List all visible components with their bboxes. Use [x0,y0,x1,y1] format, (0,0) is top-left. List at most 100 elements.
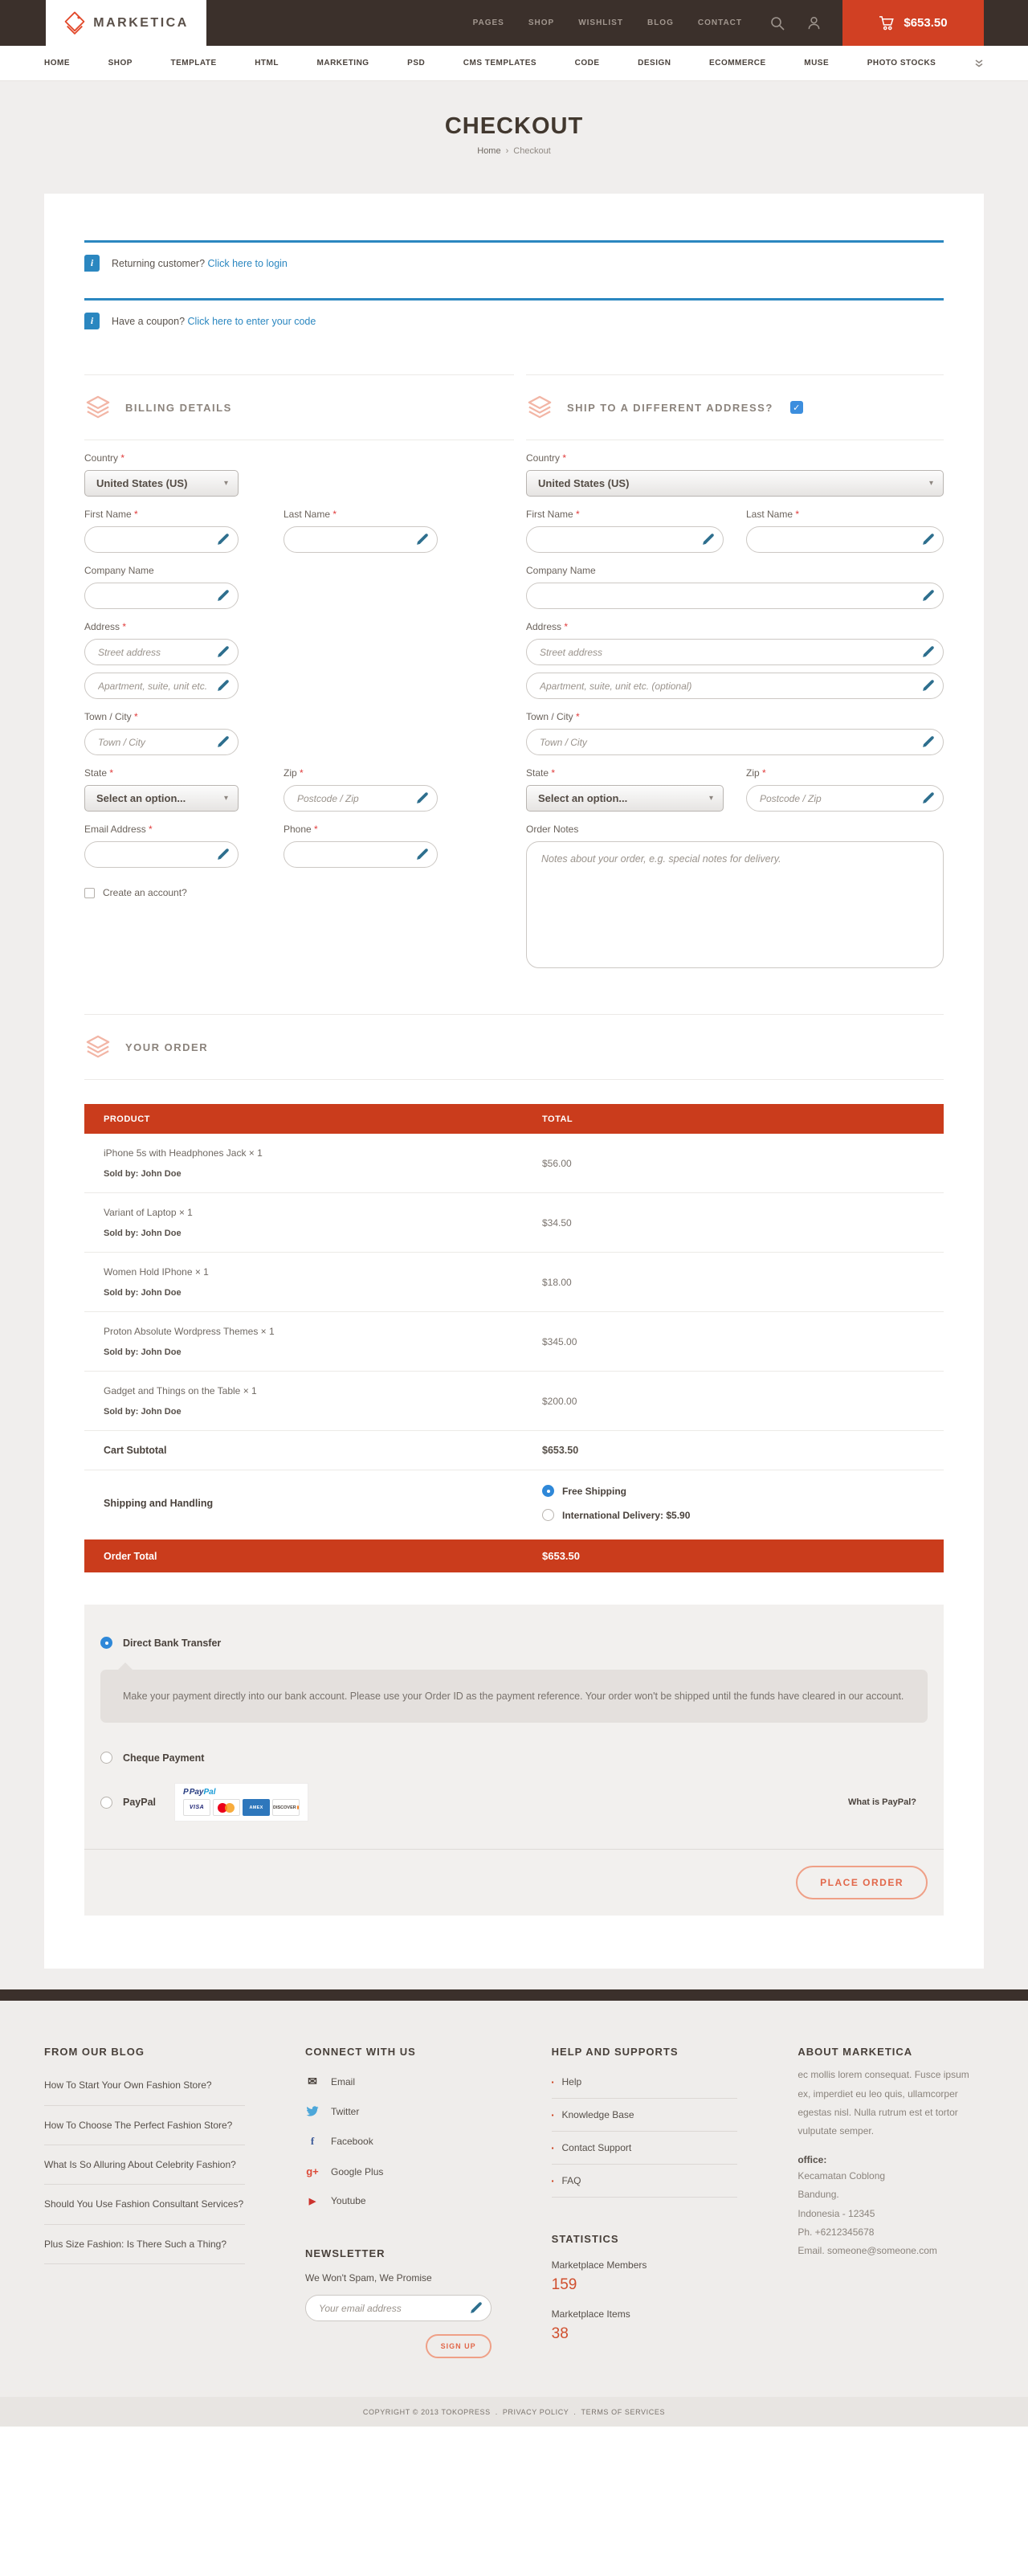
privacy-policy-link[interactable]: PRIVACY POLICY [503,2408,569,2416]
payment-method-bank-transfer[interactable]: Direct Bank Transfer [100,1627,928,1658]
shipping-zip-input[interactable] [746,785,944,812]
radio-selected-icon[interactable] [542,1485,554,1497]
signup-button[interactable]: SIGN UP [426,2334,492,2358]
subnav-cms-templates[interactable]: CMS TEMPLATES [463,59,536,67]
top-nav-blog[interactable]: BLOG [647,18,674,27]
edit-pen-icon [216,848,230,861]
edit-pen-icon [921,589,935,603]
subnav-code[interactable]: CODE [575,59,600,67]
subnav-photo-stocks[interactable]: PHOTO STOCKS [867,59,936,67]
help-link-contact-support[interactable]: ▪Contact Support [552,2132,738,2165]
payment-method-cheque[interactable]: Cheque Payment [100,1742,928,1773]
edit-pen-icon [216,679,230,693]
shipping-street-address-input[interactable] [526,639,944,665]
page-title-section: CHECKOUT Home › Checkout [0,81,1028,182]
shipping-country-select[interactable]: United States (US) ▾ [526,470,944,497]
shipping-address2-input[interactable] [526,673,944,699]
breadcrumb-current: Checkout [513,146,550,156]
footer-about-column: ABOUT MARKETICA ec mollis lorem consequa… [798,2046,984,2358]
list-item[interactable]: Should You Use Fashion Consultant Servic… [44,2185,245,2224]
separator-dot: . [573,2408,576,2416]
shipping-option-international[interactable]: International Delivery: $5.90 [542,1509,690,1521]
billing-country-select[interactable]: United States (US) ▾ [84,470,239,497]
social-link-facebook[interactable]: f Facebook [305,2126,492,2157]
social-link-email[interactable]: ✉ Email [305,2066,492,2097]
what-is-paypal-link[interactable]: What is PayPal? [848,1797,916,1807]
subnav-marketing[interactable]: MARKETING [317,59,369,67]
edit-pen-icon [921,645,935,659]
subnav-design[interactable]: DESIGN [638,59,671,67]
footer-help-heading: HELP AND SUPPORTS [552,2046,738,2058]
shipping-company-label: Company Name [526,565,596,576]
required-asterisk: * [109,767,113,779]
list-item[interactable]: How To Choose The Perfect Fashion Store? [44,2106,245,2145]
radio-icon[interactable] [100,1752,112,1764]
subnav-psd[interactable]: PSD [407,59,425,67]
subnav-ecommerce[interactable]: ECOMMERCE [709,59,766,67]
social-link-google-plus[interactable]: g+ Google Plus [305,2157,492,2186]
layers-icon [84,1035,112,1059]
place-order-button[interactable]: PLACE ORDER [796,1866,928,1899]
login-link[interactable]: Click here to login [208,258,288,269]
shipping-last-name-input[interactable] [746,526,944,553]
cart-button[interactable]: $653.50 [842,0,984,46]
newsletter-email-input[interactable] [305,2295,492,2321]
order-notes-textarea[interactable] [526,841,944,968]
search-icon[interactable] [769,15,785,31]
help-link-faq[interactable]: ▪FAQ [552,2165,738,2198]
chevron-down-icon[interactable] [974,59,984,67]
shipping-country-label: Country [526,452,560,464]
social-link-youtube[interactable]: ▶ Youtube [305,2186,492,2215]
list-item[interactable]: Plus Size Fashion: Is There Such a Thing… [44,2225,245,2264]
shipping-company-input[interactable] [526,583,944,609]
shipping-town-label: Town / City [526,711,573,722]
envelope-icon: ✉ [305,2075,320,2088]
billing-state-select[interactable]: Select an option... ▾ [84,785,239,812]
user-account-icon[interactable] [806,15,822,31]
subnav-muse[interactable]: MUSE [804,59,829,67]
top-nav-pages[interactable]: PAGES [473,18,504,27]
edit-pen-icon [216,645,230,659]
help-link-help[interactable]: ▪Help [552,2066,738,2099]
product-total: $18.00 [542,1266,572,1298]
shipping-option-free[interactable]: Free Shipping [542,1485,690,1497]
subnav-template[interactable]: TEMPLATE [170,59,216,67]
required-asterisk: * [564,621,568,632]
shipping-first-name-input[interactable] [526,526,724,553]
top-nav-shop[interactable]: SHOP [528,18,554,27]
help-link-knowledge-base[interactable]: ▪Knowledge Base [552,2099,738,2132]
product-seller: Sold by: John Doe [104,1347,542,1357]
shipping-state-select[interactable]: Select an option... ▾ [526,785,724,812]
ship-different-checkbox[interactable]: ✓ [790,401,803,414]
product-seller: Sold by: John Doe [104,1169,542,1179]
logo[interactable]: MARKETICA [46,0,206,46]
radio-icon[interactable] [100,1797,112,1809]
top-nav-wishlist[interactable]: WISHLIST [578,18,623,27]
paypal-logo: PPayPal [183,1789,300,1797]
required-asterisk: * [551,767,555,779]
radio-selected-icon[interactable] [100,1637,112,1649]
social-link-twitter[interactable]: Twitter [305,2097,492,2126]
create-account-checkbox[interactable] [84,888,95,898]
subnav-html[interactable]: HTML [255,59,279,67]
coupon-link[interactable]: Click here to enter your code [188,316,316,327]
column-total: TOTAL [542,1114,573,1124]
breadcrumb-home[interactable]: Home [477,146,500,156]
shipping-town-input[interactable] [526,729,944,755]
amex-card-icon: AMEX [243,1799,270,1816]
page-title: CHECKOUT [0,113,1028,140]
edit-pen-icon [921,735,935,749]
office-address-line: Indonesia - 12345 [798,2205,984,2223]
order-notes-label: Order Notes [526,824,578,835]
separator-dot: . [496,2408,498,2416]
payment-method-paypal[interactable]: PayPal PPayPal VISA AMEX DISCOVER What i… [100,1773,928,1831]
subnav-home[interactable]: HOME [44,59,70,67]
radio-icon[interactable] [542,1509,554,1521]
list-item[interactable]: What Is So Alluring About Celebrity Fash… [44,2145,245,2185]
subnav-shop[interactable]: SHOP [108,59,133,67]
cart-subtotal-label: Cart Subtotal [84,1445,542,1456]
terms-link[interactable]: TERMS OF SERVICES [581,2408,666,2416]
billing-heading: BILLING DETAILS [125,402,232,414]
top-nav-contact[interactable]: CONTACT [698,18,742,27]
list-item[interactable]: How To Start Your Own Fashion Store? [44,2066,245,2105]
